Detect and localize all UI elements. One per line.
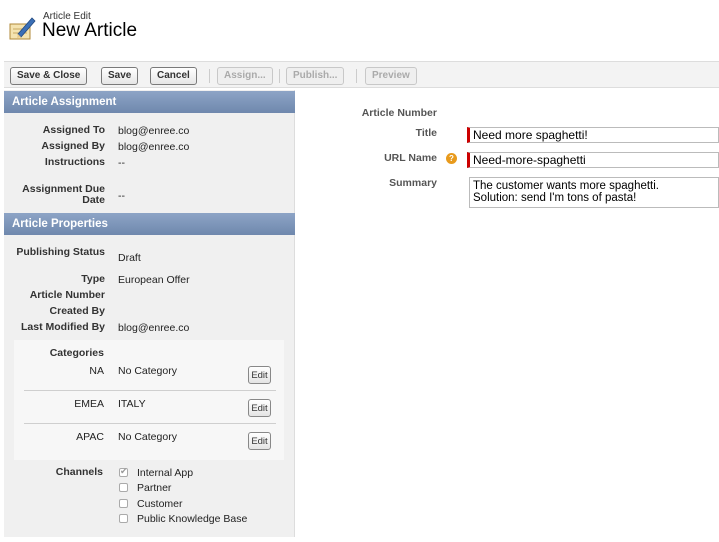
article-number-label: Article Number bbox=[29, 289, 105, 301]
edit-category-emea-button[interactable]: Edit bbox=[248, 399, 271, 417]
assigned-to-value: blog@enree.co bbox=[118, 125, 190, 137]
publish-button[interactable]: Publish... bbox=[286, 67, 345, 85]
channel-internal-app-label: Internal App bbox=[137, 467, 194, 479]
assigned-by-label: Assigned By bbox=[41, 140, 105, 152]
category-group-na: NA bbox=[89, 365, 104, 377]
channel-public-kb-label: Public Knowledge Base bbox=[137, 513, 248, 525]
article-assignment-header: Article Assignment bbox=[4, 91, 295, 113]
title-field-label: Title bbox=[415, 127, 437, 139]
category-divider bbox=[24, 423, 276, 424]
url-name-input[interactable] bbox=[467, 152, 719, 168]
pencil-notepad-icon bbox=[9, 17, 36, 40]
toolbar-separator bbox=[356, 69, 357, 83]
channel-customer-checkbox[interactable] bbox=[119, 499, 128, 508]
preview-button[interactable]: Preview bbox=[365, 67, 417, 85]
channel-customer-label: Customer bbox=[137, 498, 183, 510]
type-label: Type bbox=[81, 273, 105, 285]
channel-partner-label: Partner bbox=[137, 482, 172, 494]
due-date-value: -- bbox=[118, 190, 125, 202]
last-modified-by-label: Last Modified By bbox=[20, 321, 105, 333]
channel-internal-app-checkbox[interactable] bbox=[119, 466, 128, 477]
last-modified-by-value: blog@enree.co bbox=[118, 322, 190, 334]
category-value-apac: No Category bbox=[118, 431, 177, 443]
toolbar-separator bbox=[279, 69, 280, 83]
edit-category-apac-button[interactable]: Edit bbox=[248, 432, 271, 450]
article-number-field-label: Article Number bbox=[361, 107, 437, 119]
summary-field-label: Summary bbox=[389, 177, 437, 189]
save-button[interactable]: Save bbox=[101, 67, 139, 85]
assigned-by-value: blog@enree.co bbox=[118, 141, 190, 153]
category-group-emea: EMEA bbox=[74, 398, 104, 410]
category-value-na: No Category bbox=[118, 365, 177, 377]
cancel-button[interactable]: Cancel bbox=[150, 67, 197, 85]
channels-label: Channels bbox=[55, 466, 103, 478]
type-value: European Offer bbox=[118, 274, 190, 286]
edit-category-na-button[interactable]: Edit bbox=[248, 366, 271, 384]
summary-textarea[interactable]: The customer wants more spaghetti. Solut… bbox=[469, 177, 719, 208]
article-properties-header: Article Properties bbox=[4, 213, 295, 235]
page-header: Article Edit New Article bbox=[0, 0, 719, 60]
assign-button[interactable]: Assign... bbox=[217, 67, 273, 85]
publishing-status-value: Draft bbox=[118, 252, 141, 264]
instructions-value: -- bbox=[118, 157, 125, 169]
channel-partner-checkbox[interactable] bbox=[119, 483, 128, 492]
url-name-field-label: URL Name bbox=[384, 152, 437, 164]
article-form: Article Number Title URL Name ? Summary … bbox=[297, 90, 719, 537]
category-group-apac: APAC bbox=[76, 431, 104, 443]
due-date-label: Assignment Due Date bbox=[22, 183, 105, 206]
toolbar: Save & Close Save Cancel Assign... Publi… bbox=[4, 61, 719, 88]
sidebar: Article Assignment Assigned To blog@enre… bbox=[4, 90, 295, 537]
toolbar-separator bbox=[209, 69, 210, 83]
instructions-label: Instructions bbox=[44, 156, 105, 168]
assigned-to-label: Assigned To bbox=[42, 124, 105, 136]
channel-public-kb-checkbox[interactable] bbox=[119, 514, 128, 523]
page-title: New Article bbox=[42, 20, 138, 41]
category-value-emea: ITALY bbox=[118, 398, 146, 410]
categories-label: Categories bbox=[49, 347, 104, 359]
help-icon[interactable]: ? bbox=[446, 153, 457, 164]
title-input[interactable] bbox=[467, 127, 719, 143]
publishing-status-label: Publishing Status bbox=[16, 246, 105, 258]
save-close-button[interactable]: Save & Close bbox=[10, 67, 88, 85]
created-by-label: Created By bbox=[49, 305, 105, 317]
category-divider bbox=[24, 390, 276, 391]
categories-panel: Categories NA No Category Edit EMEA ITAL… bbox=[14, 340, 284, 460]
